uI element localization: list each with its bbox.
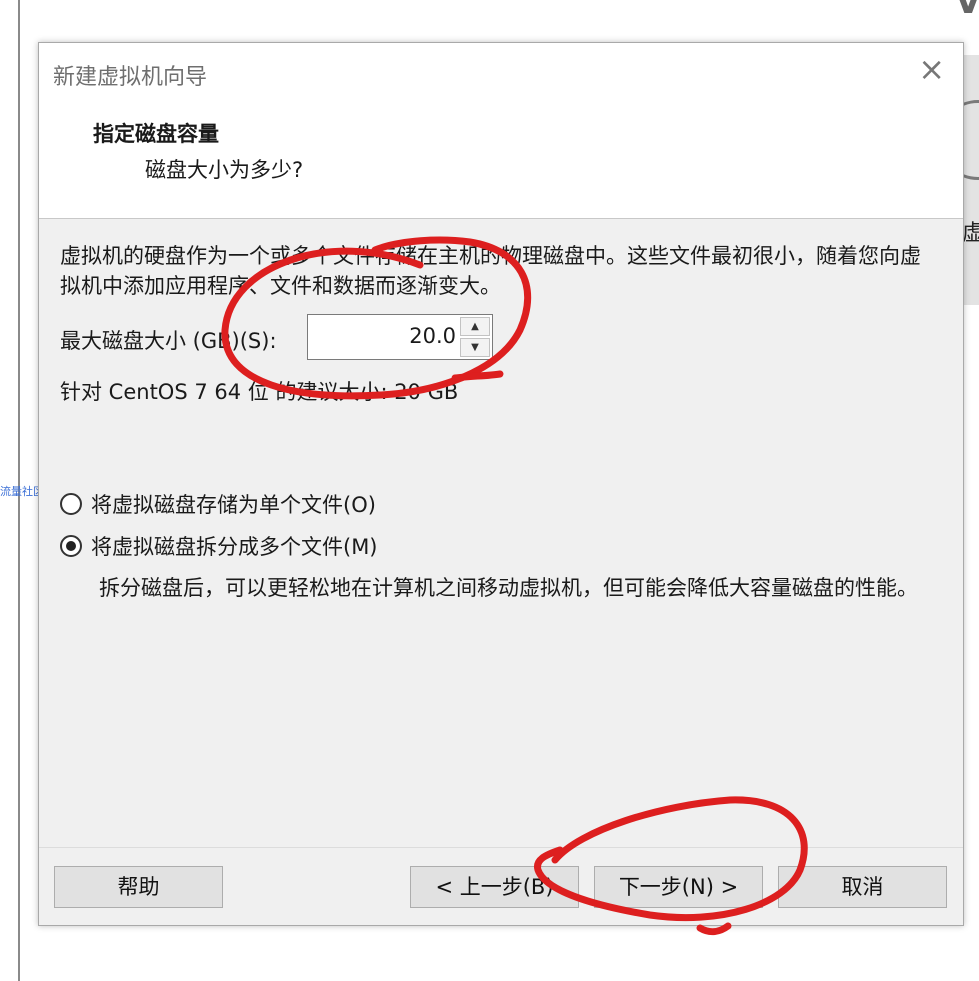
dialog-title: 新建虚拟机向导: [53, 65, 208, 90]
page-subtitle: 磁盘大小为多少?: [145, 158, 304, 182]
annotation-tail-next-button: [696, 922, 732, 936]
recommended-size-text: 针对 CentOS 7 64 位 的建议大小: 20 GB: [60, 380, 459, 404]
prev-button[interactable]: < 上一步(B): [410, 866, 579, 908]
background-right-char: 虚: [962, 221, 979, 246]
single-file-label[interactable]: 将虚拟磁盘存储为单个文件(O): [91, 489, 376, 519]
split-files-description: 拆分磁盘后，可以更轻松地在计算机之间移动虚拟机，但可能会降低大容量磁盘的性能。: [99, 576, 918, 600]
max-disk-size-label: 最大磁盘大小 (GB)(S):: [60, 329, 277, 353]
disk-description: 虚拟机的硬盘作为一个或多个文件存储在主机的物理磁盘中。这些文件最初很小，随着您向…: [60, 244, 921, 298]
cancel-button[interactable]: 取消: [778, 866, 947, 908]
split-files-option[interactable]: 将虚拟磁盘拆分成多个文件(M): [60, 531, 378, 561]
max-disk-size-stepper[interactable]: 20.0 ▲ ▼: [307, 314, 493, 360]
button-bar-divider: [39, 847, 963, 848]
background-corner-char: V: [955, 0, 979, 22]
single-file-radio[interactable]: [60, 493, 82, 515]
new-vm-wizard-dialog: 新建虚拟机向导 × 指定磁盘容量 磁盘大小为多少? 虚拟机的硬盘作为一个或多个文…: [38, 42, 964, 926]
split-files-label[interactable]: 将虚拟磁盘拆分成多个文件(M): [91, 531, 378, 561]
page-title: 指定磁盘容量: [93, 122, 219, 146]
next-button[interactable]: 下一步(N) >: [594, 866, 763, 908]
dialog-titlebar[interactable]: 新建虚拟机向导 ×: [39, 43, 963, 100]
increment-arrow-icon[interactable]: ▲: [460, 317, 490, 336]
split-files-radio[interactable]: [60, 535, 82, 557]
single-file-option[interactable]: 将虚拟磁盘存储为单个文件(O): [60, 489, 376, 519]
decrement-arrow-icon[interactable]: ▼: [460, 338, 490, 357]
wizard-header: 指定磁盘容量 磁盘大小为多少?: [39, 100, 963, 219]
help-button[interactable]: 帮助: [54, 866, 223, 908]
background-right-panel: [964, 55, 979, 305]
close-icon[interactable]: ×: [918, 53, 945, 85]
max-disk-size-value[interactable]: 20.0: [409, 324, 456, 348]
